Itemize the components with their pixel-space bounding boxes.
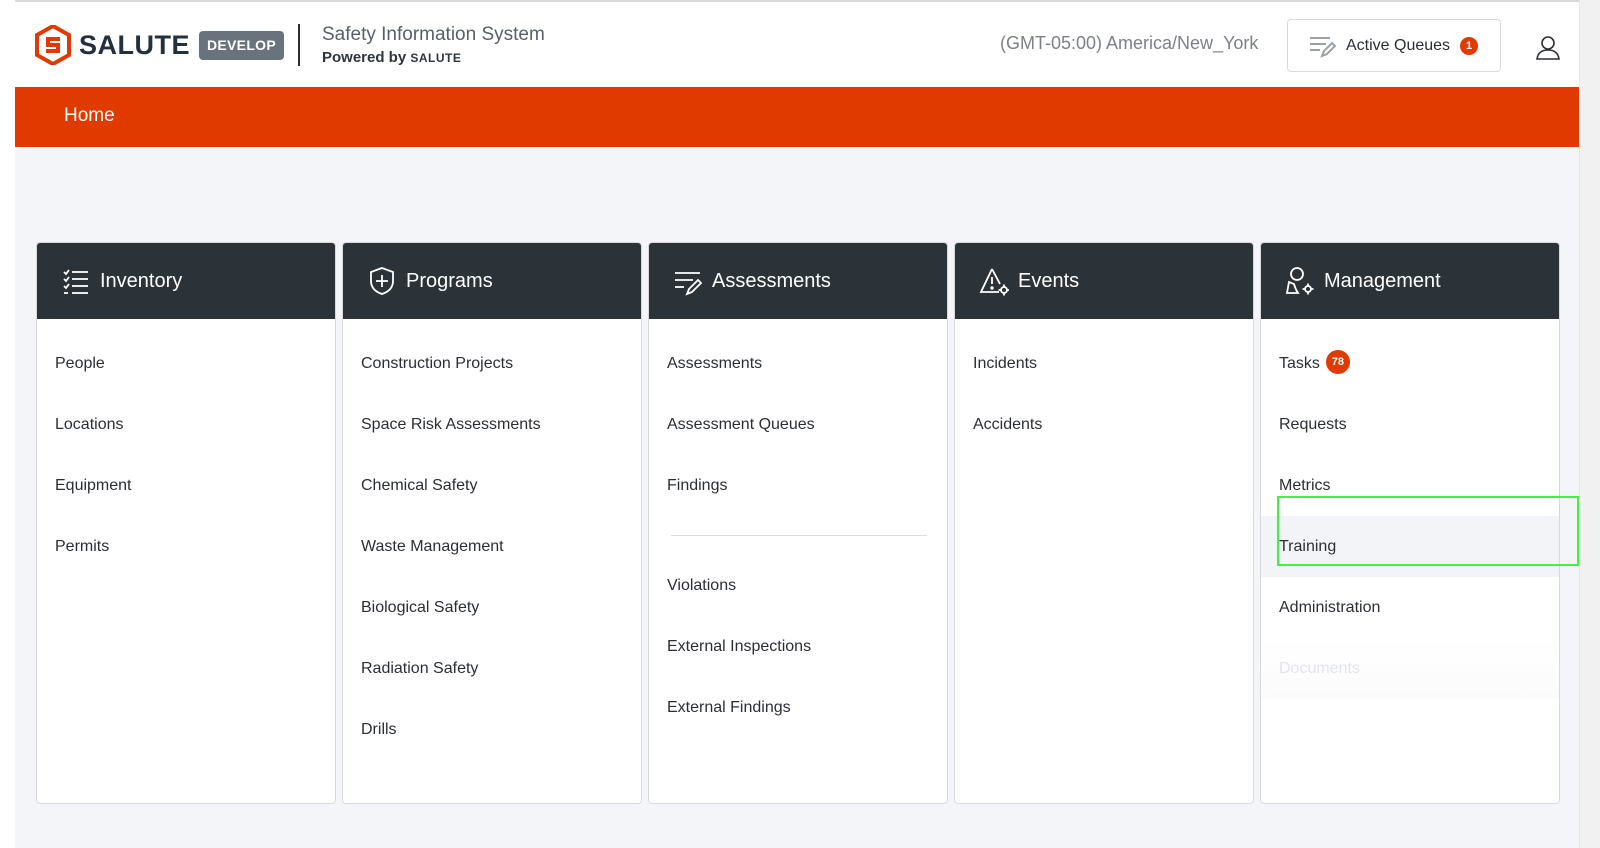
tasks-count-badge: 78 bbox=[1325, 350, 1350, 375]
assessments-item-assessments[interactable]: Assessments bbox=[649, 333, 947, 394]
programs-item-drills[interactable]: Drills bbox=[343, 699, 641, 760]
system-title: Safety Information System bbox=[322, 24, 545, 45]
management-card-header: Management bbox=[1261, 243, 1559, 319]
checklist-icon bbox=[63, 269, 88, 294]
active-queues-label: Active Queues bbox=[1346, 36, 1451, 54]
programs-item-biological-safety[interactable]: Biological Safety bbox=[343, 577, 641, 638]
logo-wordmark: SALUTE bbox=[79, 29, 190, 60]
events-card: Events Incidents Accidents bbox=[954, 242, 1254, 804]
management-item-documents: Documents bbox=[1261, 638, 1559, 699]
main-nav-bar: Home bbox=[15, 87, 1579, 147]
powered-by-label: Powered by bbox=[322, 49, 407, 66]
inventory-item-permits[interactable]: Permits bbox=[37, 516, 335, 577]
management-item-tasks[interactable]: Tasks 78 bbox=[1261, 333, 1559, 394]
assessments-item-external-inspections[interactable]: External Inspections bbox=[649, 616, 947, 677]
programs-card: Programs Construction Projects Space Ris… bbox=[342, 242, 642, 804]
assessments-card-title: Assessments bbox=[712, 269, 831, 292]
assessments-item-assessment-queues[interactable]: Assessment Queues bbox=[649, 394, 947, 455]
programs-item-waste-management[interactable]: Waste Management bbox=[343, 516, 641, 577]
management-card-title: Management bbox=[1324, 269, 1441, 292]
environment-badge: DEVELOP bbox=[199, 31, 285, 60]
assessments-card-header: Assessments bbox=[649, 243, 947, 319]
events-card-header: Events bbox=[955, 243, 1253, 319]
programs-item-radiation-safety[interactable]: Radiation Safety bbox=[343, 638, 641, 699]
salute-logo[interactable]: SALUTE bbox=[35, 25, 190, 65]
nav-home-link[interactable]: Home bbox=[64, 105, 115, 127]
inventory-card-header: Inventory bbox=[37, 243, 335, 319]
programs-item-chemical-safety[interactable]: Chemical Safety bbox=[343, 455, 641, 516]
programs-card-title: Programs bbox=[406, 269, 493, 292]
inventory-item-people[interactable]: People bbox=[37, 333, 335, 394]
warning-gear-icon bbox=[979, 268, 1009, 296]
programs-card-header: Programs bbox=[343, 243, 641, 319]
timezone-label: (GMT-05:00) America/New_York bbox=[1000, 33, 1259, 53]
salute-logo-icon bbox=[35, 25, 71, 65]
assessments-item-findings[interactable]: Findings bbox=[649, 455, 947, 516]
assessments-item-external-findings[interactable]: External Findings bbox=[649, 677, 947, 738]
programs-item-space-risk-assessments[interactable]: Space Risk Assessments bbox=[343, 394, 641, 455]
programs-item-construction-projects[interactable]: Construction Projects bbox=[343, 333, 641, 394]
top-header: SALUTE DEVELOP Safety Information System… bbox=[15, 2, 1579, 87]
app-root: SALUTE DEVELOP Safety Information System… bbox=[15, 0, 1579, 848]
events-item-incidents[interactable]: Incidents bbox=[955, 333, 1253, 394]
tasks-label: Tasks bbox=[1279, 355, 1320, 372]
header-divider bbox=[298, 24, 300, 66]
assessments-item-violations[interactable]: Violations bbox=[649, 555, 947, 616]
inventory-card: Inventory People Locations Equipment Per… bbox=[36, 242, 336, 804]
queue-list-icon bbox=[1310, 36, 1336, 58]
list-edit-icon bbox=[675, 272, 703, 296]
inventory-item-locations[interactable]: Locations bbox=[37, 394, 335, 455]
management-item-requests[interactable]: Requests bbox=[1261, 394, 1559, 455]
management-item-administration[interactable]: Administration bbox=[1261, 577, 1559, 638]
inventory-item-equipment[interactable]: Equipment bbox=[37, 455, 335, 516]
powered-by: Powered by SALUTE bbox=[322, 49, 461, 66]
user-profile-icon[interactable] bbox=[1535, 34, 1561, 60]
scrollbar-track[interactable] bbox=[1579, 0, 1600, 848]
active-queues-count-badge: 1 bbox=[1460, 36, 1479, 55]
assessments-card: Assessments Assessments Assessment Queue… bbox=[648, 242, 948, 804]
user-gear-icon bbox=[1285, 267, 1314, 295]
assessments-divider bbox=[671, 535, 927, 536]
shield-plus-icon bbox=[370, 267, 394, 295]
management-item-training[interactable]: Training bbox=[1261, 516, 1559, 577]
events-card-title: Events bbox=[1018, 269, 1080, 292]
events-item-accidents[interactable]: Accidents bbox=[955, 394, 1253, 455]
powered-by-brand: SALUTE bbox=[410, 51, 462, 65]
management-card: Management Tasks 78 Requests Metrics Trai… bbox=[1260, 242, 1560, 804]
management-item-metrics[interactable]: Metrics bbox=[1261, 455, 1559, 516]
inventory-card-title: Inventory bbox=[100, 269, 183, 292]
active-queues-button[interactable]: Active Queues 1 bbox=[1287, 19, 1501, 72]
